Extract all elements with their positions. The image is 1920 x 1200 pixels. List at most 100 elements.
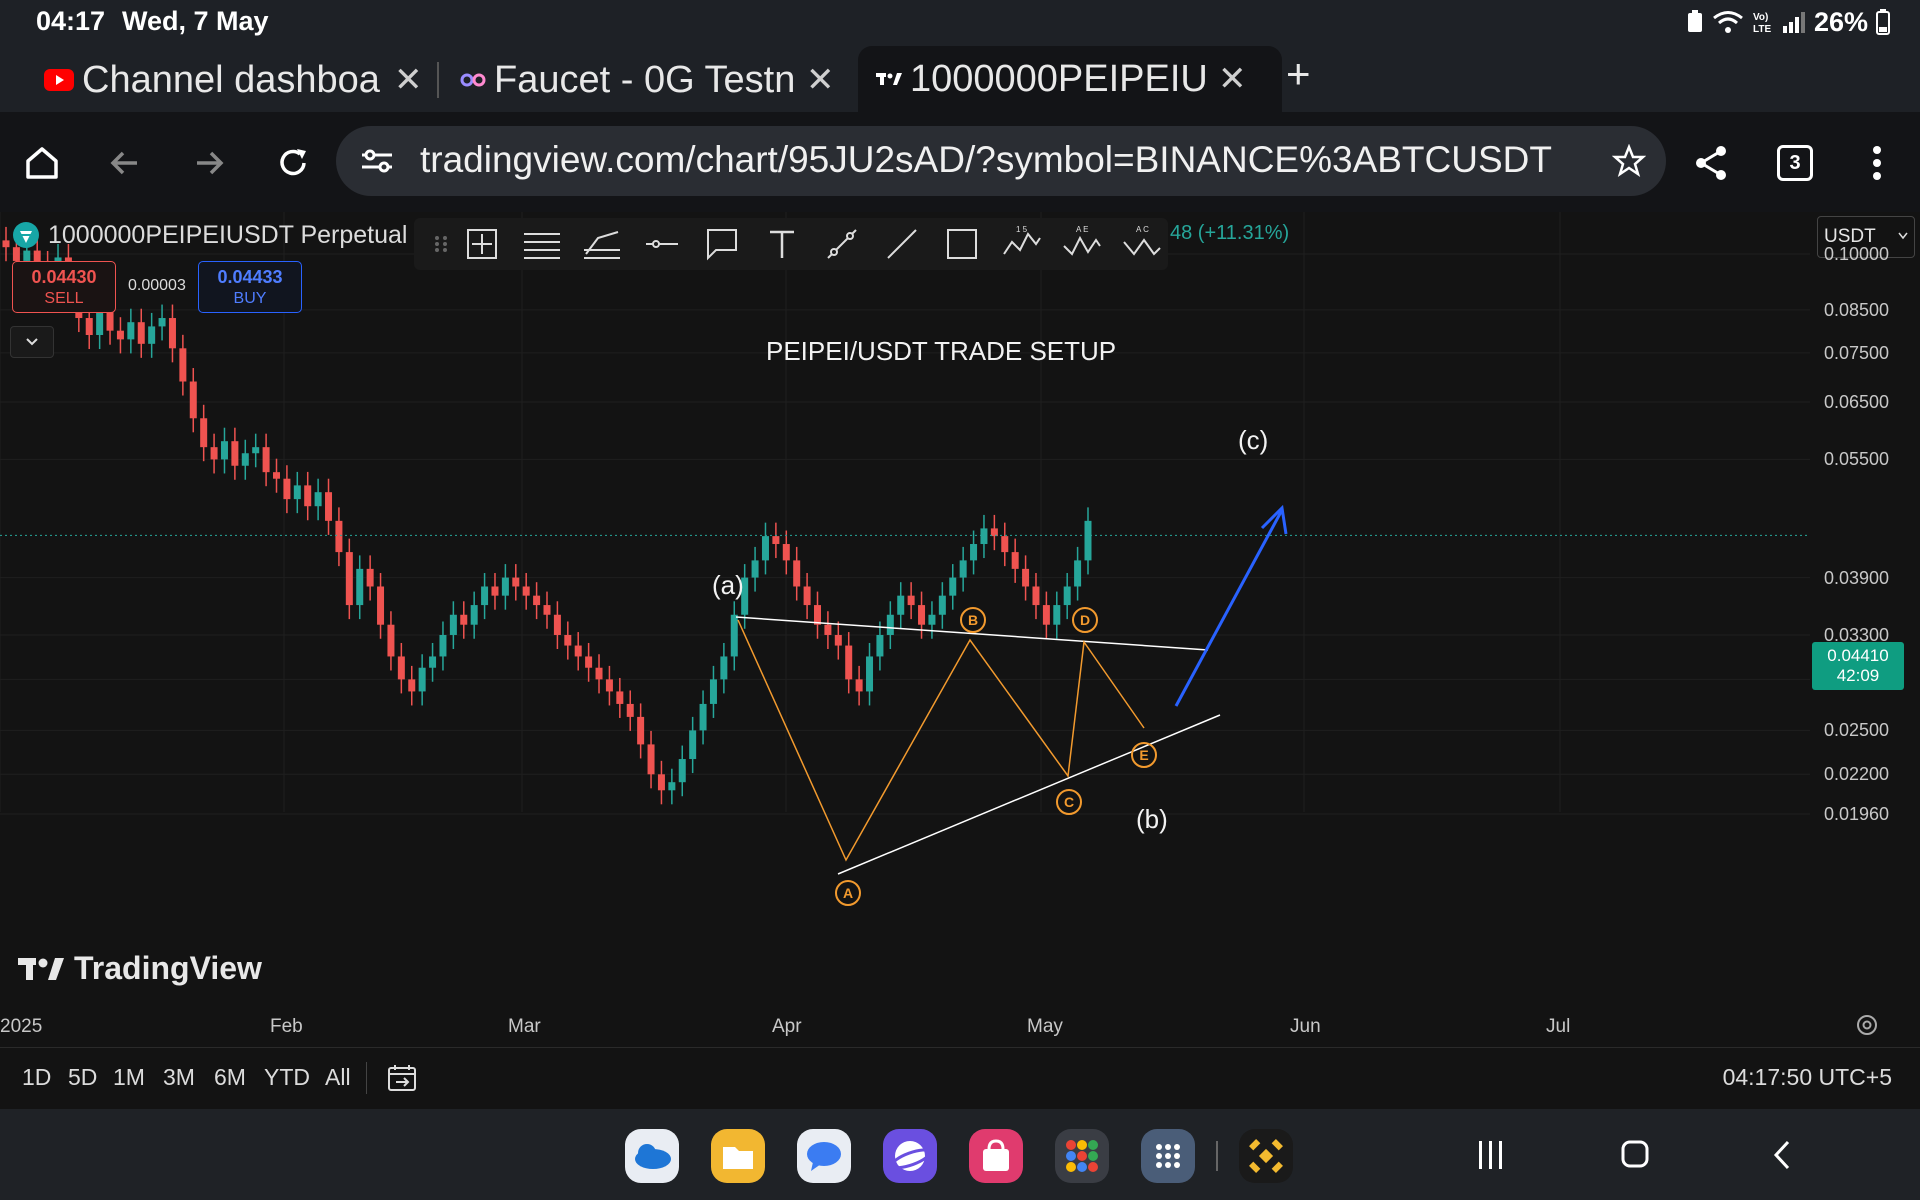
chart-settings-icon[interactable]	[1854, 1012, 1880, 1038]
buy-button[interactable]: 0.04433 BUY	[198, 261, 302, 313]
share-icon[interactable]	[1686, 138, 1736, 188]
candle-body	[522, 586, 530, 596]
back-icon[interactable]	[100, 138, 150, 188]
close-tab-icon[interactable]: ✕	[1218, 59, 1247, 99]
home-nav-icon[interactable]	[1620, 1139, 1650, 1169]
volte-icon: Vo)LTE	[1753, 12, 1771, 35]
candle-body	[668, 782, 676, 791]
status-time: 04:17	[36, 6, 106, 36]
tab-channel-dashboard[interactable]: Channel dashboard ✕	[44, 52, 424, 108]
tab-tradingview-active[interactable]: 1000000PEIPEIUSDT ✕	[858, 46, 1282, 112]
candle-body	[928, 614, 936, 625]
fib-retracement-icon[interactable]	[522, 224, 562, 264]
fib-extension-icon[interactable]	[582, 224, 622, 264]
arrow-tool-icon[interactable]	[822, 224, 862, 264]
address-bar[interactable]: tradingview.com/chart/95JU2sAD/?symbol=B…	[336, 126, 1666, 196]
price-axis-tick: 0.05500	[1824, 449, 1890, 470]
time-axis-tick: Apr	[772, 1016, 802, 1037]
home-icon[interactable]	[17, 138, 67, 188]
binance-app-icon[interactable]	[1239, 1129, 1293, 1183]
candle-body	[335, 520, 343, 553]
rectangle-tool-icon[interactable]	[942, 224, 982, 264]
candle-body	[220, 441, 228, 460]
site-settings-icon[interactable]	[360, 146, 394, 176]
new-tab-icon[interactable]: +	[1286, 50, 1311, 98]
recents-icon[interactable]	[1476, 1139, 1506, 1171]
timeframe-1m[interactable]: 1M	[113, 1064, 145, 1091]
menu-kebab-icon[interactable]	[1852, 138, 1902, 188]
callout-icon[interactable]	[702, 224, 742, 264]
sell-button[interactable]: 0.04430 SELL	[12, 261, 116, 313]
candle-body	[325, 492, 333, 521]
symbol-header[interactable]: 1000000PEIPEIUSDT Perpetual C	[12, 218, 448, 252]
price-axis-tick: 0.02500	[1824, 720, 1890, 741]
bookmark-star-icon[interactable]	[1612, 144, 1646, 178]
date-range-icon[interactable]	[386, 1062, 418, 1094]
timeframe-ytd[interactable]: YTD	[264, 1064, 310, 1091]
long-position-tool-icon[interactable]	[462, 224, 502, 264]
candle-body	[699, 703, 707, 731]
symbol-title[interactable]: 1000000PEIPEIUSDT Perpetual C	[48, 221, 448, 250]
my-files-icon[interactable]	[711, 1129, 765, 1183]
close-tab-icon[interactable]: ✕	[806, 60, 835, 100]
battery-icon	[1876, 9, 1890, 35]
elliott-triangle-icon[interactable]: A E	[1062, 224, 1102, 264]
sell-label: SELL	[44, 290, 84, 307]
svg-text:A C: A C	[1136, 225, 1149, 234]
candle-body	[231, 441, 239, 466]
spread-value: 0.00003	[128, 277, 186, 294]
google-apps-folder-icon[interactable]	[1055, 1129, 1109, 1183]
back-nav-icon[interactable]	[1772, 1139, 1792, 1171]
galaxy-store-icon[interactable]	[969, 1129, 1023, 1183]
timeframe-5d[interactable]: 5D	[68, 1064, 97, 1091]
candle-body	[553, 614, 561, 635]
forward-icon[interactable]	[184, 138, 234, 188]
onedrive-icon[interactable]	[625, 1129, 679, 1183]
tab-title: 1000000PEIPEIUSDT	[910, 57, 1206, 100]
svg-text:1 5: 1 5	[1016, 225, 1028, 234]
messages-icon[interactable]	[797, 1129, 851, 1183]
candle-body	[137, 322, 145, 344]
candle-body	[2, 240, 10, 248]
buy-label: BUY	[233, 290, 267, 307]
price-axis-tick: 0.02200	[1824, 764, 1890, 785]
candle-body	[1032, 586, 1040, 606]
utc-clock[interactable]: 04:17:50 UTC+5	[1723, 1064, 1892, 1091]
url-text[interactable]: tradingview.com/chart/95JU2sAD/?symbol=B…	[420, 139, 1552, 181]
collapse-legend-button[interactable]	[10, 326, 54, 358]
wave-label-a: A	[835, 880, 861, 906]
tab-divider	[437, 62, 439, 98]
candle-body	[408, 679, 416, 692]
annotation-a: (a)	[712, 570, 744, 600]
trend-line-icon[interactable]	[882, 224, 922, 264]
candle-body	[678, 759, 686, 783]
timeframe-3m[interactable]: 3M	[163, 1064, 195, 1091]
candle-body	[886, 614, 894, 635]
candle-body	[283, 478, 291, 500]
candle-body	[168, 318, 176, 349]
candle-body	[772, 536, 780, 545]
tab-faucet[interactable]: Faucet - 0G Testnet ✕	[460, 52, 840, 108]
close-tab-icon[interactable]: ✕	[394, 60, 423, 100]
app-drawer-icon[interactable]	[1141, 1129, 1195, 1183]
tab-switcher-button[interactable]: 3	[1770, 138, 1820, 188]
candle-body	[273, 472, 280, 479]
reload-icon[interactable]	[268, 138, 318, 188]
timeframe-all[interactable]: All	[325, 1064, 351, 1091]
tradingview-watermark: TradingView	[18, 950, 262, 987]
candle-body	[501, 577, 509, 596]
candle-body	[855, 679, 863, 692]
timeframe-1d[interactable]: 1D	[22, 1064, 51, 1091]
candle-body	[647, 744, 655, 775]
candle-body	[585, 656, 593, 668]
horizontal-ray-icon[interactable]	[642, 224, 682, 264]
price-axis-tick: 0.01960	[1824, 804, 1890, 824]
internet-browser-icon[interactable]	[883, 1129, 937, 1183]
drag-handle-icon[interactable]	[422, 224, 462, 264]
tradingview-tab-icon	[876, 73, 902, 85]
candle-body	[1074, 560, 1082, 587]
elliott-impulse-icon[interactable]: 1 5	[1002, 224, 1042, 264]
timeframe-6m[interactable]: 6M	[214, 1064, 246, 1091]
text-tool-icon[interactable]	[762, 224, 802, 264]
elliott-correction-icon[interactable]: A C	[1122, 224, 1162, 264]
